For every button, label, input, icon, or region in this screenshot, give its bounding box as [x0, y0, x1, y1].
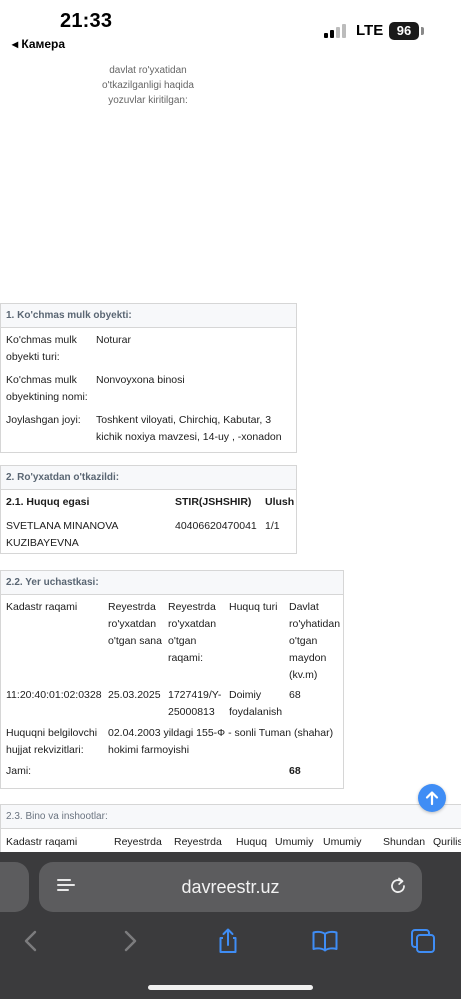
total-value: 68 — [289, 765, 301, 777]
column-header-right-type: Huquq turi — [229, 601, 278, 613]
section-title: 2.2. Yer uchastkasi: — [1, 571, 343, 595]
battery-icon: 96 — [389, 22, 419, 40]
status-bar: 21:33 ◂ Камера LTE 96 — [0, 0, 461, 56]
total-label: Jami: — [6, 765, 32, 777]
real-estate-object-table: 1. Ko'chmas mulk obyekti: Ko'chmas mulk … — [0, 303, 297, 453]
bookmarks-button[interactable] — [310, 926, 340, 956]
registration-number: 1727419/Y-25000813 — [168, 689, 222, 718]
cadastre-number: 11:20:40:01:02:0328 — [6, 689, 102, 701]
url-text[interactable]: davreestr.uz — [39, 862, 422, 912]
column-header-date: Reyestrda ro'yxatdan o'tgan sana — [108, 601, 162, 647]
back-to-app-link[interactable]: ◂ Камера — [12, 37, 65, 51]
row-label: Joylashgan joyi: — [6, 414, 81, 426]
forward-button[interactable] — [115, 926, 145, 956]
share-button[interactable] — [213, 926, 243, 956]
column-header-area: Davlat ro'yhatidan o'tgan maydon (kv.m) — [289, 601, 341, 681]
reload-icon[interactable] — [387, 875, 409, 897]
table-row: 11:20:40:01:02:0328 25.03.2025 1727419/Y… — [1, 687, 343, 725]
table-row: Huquqni belgilovchi hujjat rekvizitlari:… — [1, 725, 343, 763]
table-row: Ko'chmas mulk obyektining nomi: Nonvoyxo… — [1, 368, 296, 408]
table-row: Ko'chmas mulk obyekti turi: Noturar — [1, 328, 296, 368]
column-header-cadastre: Kadastr raqami — [6, 836, 78, 848]
land-plot-table: 2.2. Yer uchastkasi: Kadastr raqami Reye… — [0, 570, 344, 789]
column-header-total-1: Umumiy — [275, 836, 314, 848]
area-value: 68 — [289, 689, 301, 701]
chevron-left-icon — [24, 930, 37, 952]
table-total-row: Jami: 68 — [1, 763, 343, 787]
basis-label: Huquqni belgilovchi hujjat rekvizitlari: — [6, 727, 98, 756]
battery-tip — [421, 27, 424, 35]
section-title: 2. Ro'yxatdan o'tkazildi: — [1, 466, 296, 490]
section-title: 2.3. Bino va inshootlar: — [1, 805, 461, 829]
column-header-owner: 2.1. Huquq egasi — [6, 496, 90, 508]
book-icon — [312, 930, 338, 952]
column-header-construction: Qurilis — [433, 836, 461, 848]
owner-stir: 40406620470041 — [175, 520, 257, 532]
table-row: SVETLANA MINANOVA KUZIBAYEVNA 4040662047… — [1, 514, 296, 554]
row-label: Ko'chmas mulk obyekti turi: — [6, 334, 77, 363]
owner-share: 1/1 — [265, 520, 280, 532]
intro-note: davlat ro'yxatidan o'tkazilganligi haqid… — [102, 65, 194, 106]
right-type: Doimiy foydalanish — [229, 689, 283, 718]
section-title: 1. Ko'chmas mulk obyekti: — [1, 304, 296, 328]
column-header-of-which: Shundan — [383, 836, 426, 848]
column-header-total-2: Umumiy — [323, 836, 362, 848]
network-type: LTE — [356, 22, 384, 39]
scroll-to-top-button[interactable] — [418, 784, 446, 812]
row-value: Toshkent viloyati, Chirchiq, Kabutar, 3 … — [96, 414, 282, 443]
table-header-row: 2.1. Huquq egasi STIR(JSHSHIR) Ulush — [1, 490, 296, 514]
column-header-cadastre: Kadastr raqami — [6, 601, 78, 613]
chevron-right-icon — [124, 930, 137, 952]
back-button[interactable] — [16, 926, 46, 956]
status-time: 21:33 — [60, 10, 113, 32]
row-value: Nonvoyxona binosi — [96, 374, 185, 386]
tabs-button[interactable] — [408, 926, 438, 956]
cellular-signal-icon — [324, 24, 350, 38]
column-header-number: Reyestrda ro'yxatdan o'tgan raqami: — [168, 601, 217, 664]
registration-table: 2. Ro'yxatdan o'tkazildi: 2.1. Huquq ega… — [0, 465, 297, 554]
column-header-right: Huquq — [236, 836, 267, 848]
row-label: Ko'chmas mulk obyektining nomi: — [6, 374, 88, 403]
column-header-stir: STIR(JSHSHIR) — [175, 496, 252, 508]
arrow-up-icon — [425, 791, 439, 806]
basis-value: 02.04.2003 yildagi 155-Ф - sonli Tuman (… — [108, 727, 334, 756]
table-header-row: Kadastr raqami Reyestrda ro'yxatdan o'tg… — [1, 595, 343, 687]
registration-date: 25.03.2025 — [108, 689, 161, 701]
share-icon — [219, 928, 237, 953]
owner-name: SVETLANA MINANOVA KUZIBAYEVNA — [6, 520, 118, 549]
home-indicator[interactable] — [148, 985, 313, 990]
tabs-icon — [411, 929, 435, 953]
column-header-registry-2: Reyestrda — [174, 836, 222, 848]
previous-tab-preview[interactable] — [0, 862, 29, 912]
browser-toolbar: davreestr.uz — [0, 852, 461, 999]
column-header-share: Ulush — [265, 496, 295, 508]
row-value: Noturar — [96, 334, 132, 346]
address-bar[interactable]: davreestr.uz — [39, 862, 422, 912]
column-header-registry-1: Reyestrda — [114, 836, 162, 848]
table-row: Joylashgan joyi: Toshkent viloyati, Chir… — [1, 408, 296, 452]
